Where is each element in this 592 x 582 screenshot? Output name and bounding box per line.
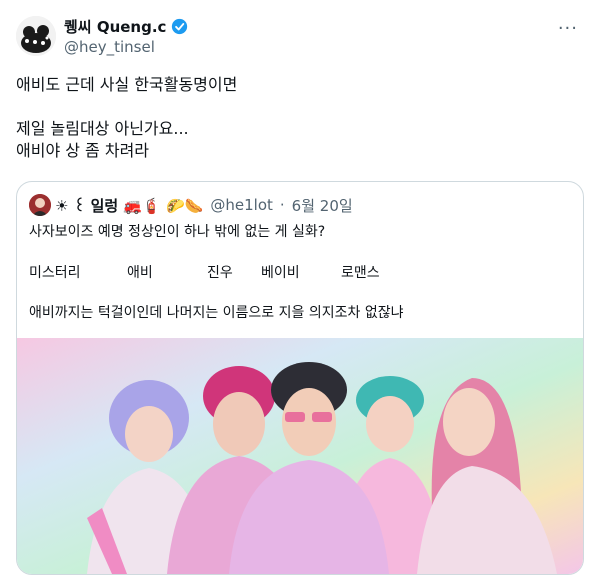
tweet-line: 애비야 상 좀 차려라 (16, 141, 150, 160)
author-name[interactable]: 퀭씨 Queng.c (64, 16, 166, 37)
quote-author-name[interactable]: ☀ ꒰ 일렁 🚒🧯 🌮🌭 (55, 195, 203, 216)
verified-badge-icon (171, 18, 188, 35)
quote-image[interactable] (17, 338, 583, 574)
member-name: 베이비 (261, 265, 300, 281)
tweet-line: 제일 놀림대상 아닌가요... (16, 119, 189, 138)
quoted-tweet[interactable]: ☀ ꒰ 일렁 🚒🧯 🌮🌭 @he1lot · 6월 20일 사자보이즈 예명 정… (16, 181, 584, 575)
quote-handle[interactable]: @he1lot (210, 196, 273, 214)
tweet-text: 애비도 근데 사실 한국활동명이면 제일 놀림대상 아닌가요... 애비야 상 … (16, 74, 576, 162)
tweet-line: 애비도 근데 사실 한국활동명이면 (16, 75, 238, 94)
quote-text: 사자보이즈 예명 정상인이 하나 밖에 없는 게 실화? (29, 224, 326, 240)
separator: · (279, 196, 285, 214)
author-handle[interactable]: @hey_tinsel (64, 38, 155, 56)
member-name: 미스터리 (29, 265, 81, 281)
quote-last-line: 애비까지는 턱걸이인데 나머지는 이름으로 지을 의지조차 없잖냐 (29, 305, 404, 321)
more-icon[interactable]: ··· (558, 18, 578, 39)
quote-avatar[interactable] (29, 194, 51, 216)
member-name: 진우 (207, 265, 233, 281)
member-name: 애비 (127, 265, 153, 281)
quote-date[interactable]: 6월 20일 (292, 195, 353, 216)
member-name: 로맨스 (341, 265, 380, 281)
author-avatar[interactable] (16, 16, 56, 56)
